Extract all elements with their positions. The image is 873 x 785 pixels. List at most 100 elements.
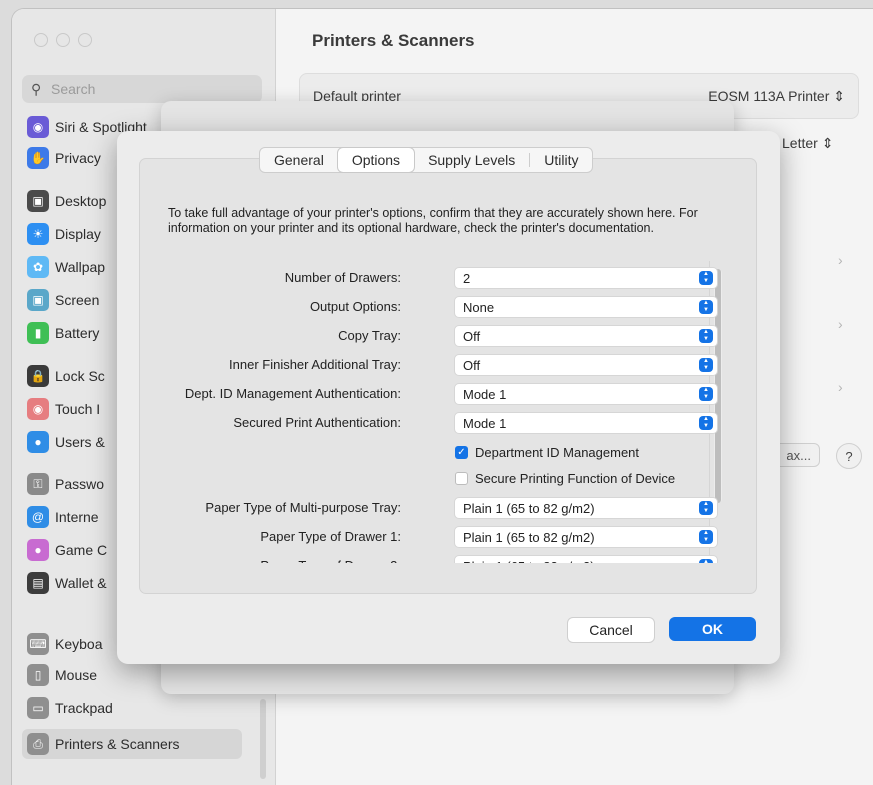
paper-size-popup[interactable]: Letter ⇕ bbox=[782, 135, 833, 152]
fingerprint-icon: ◉ bbox=[27, 398, 49, 420]
help-button[interactable]: ? bbox=[836, 443, 862, 469]
paper-paper-type-of-multi-purpose-tray-value: Plain 1 (65 to 82 g/m2) bbox=[463, 500, 595, 516]
hand-icon: ✋ bbox=[27, 147, 49, 169]
option-number-of-drawers-label: Number of Drawers: bbox=[284, 270, 401, 285]
trackpad-icon: ▭ bbox=[27, 697, 49, 719]
paper-paper-type-of-drawer-2-row: Paper Type of Drawer 2: Plain 1 (65 to 82… bbox=[139, 555, 755, 563]
sidebar-search-field[interactable]: ⚲ Search bbox=[22, 75, 262, 103]
option-output-options-label: Output Options: bbox=[309, 299, 401, 314]
sidebar-item-touch-i[interactable]: ◉ Touch I bbox=[22, 394, 100, 424]
sidebar-item-interne[interactable]: @ Interne bbox=[22, 502, 99, 532]
wallpaper-icon: ✿ bbox=[27, 256, 49, 278]
option-secured-print-authentication-popup[interactable]: Mode 1 ▲ ▼ bbox=[454, 412, 718, 434]
sidebar-item-label: Wallet & bbox=[55, 575, 107, 591]
window-controls bbox=[34, 33, 92, 47]
paper-paper-type-of-drawer-1-label: Paper Type of Drawer 1: bbox=[260, 529, 401, 544]
sidebar-item-keyboa[interactable]: ⌨ Keyboa bbox=[22, 629, 102, 659]
cancel-button[interactable]: Cancel bbox=[567, 617, 655, 643]
desktop-icon: ▣ bbox=[27, 190, 49, 212]
key-icon: ⚿ bbox=[27, 473, 49, 495]
option-dept-id-management-authentication-popup[interactable]: Mode 1 ▲ ▼ bbox=[454, 383, 718, 405]
tab-general[interactable]: General bbox=[260, 148, 338, 172]
ok-button[interactable]: OK bbox=[669, 617, 756, 641]
checkmark-icon[interactable]: ✓ bbox=[455, 445, 468, 459]
option-copy-tray-label: Copy Tray: bbox=[338, 328, 401, 343]
zoom-window-button[interactable] bbox=[78, 33, 92, 47]
mouse-icon: ▯ bbox=[27, 664, 49, 686]
option-copy-tray-row: Copy Tray: Off ▲ ▼ bbox=[139, 325, 755, 347]
chevron-updown-icon: ▲▼ bbox=[699, 300, 713, 314]
sidebar-item-label: Interne bbox=[55, 509, 99, 525]
paper-paper-type-of-multi-purpose-tray-popup[interactable]: Plain 1 (65 to 82 g/m2) ▲ ▼ bbox=[454, 497, 718, 519]
chevron-right-icon: › bbox=[838, 379, 843, 395]
chevron-updown-icon: ⇕ bbox=[821, 135, 834, 151]
chevron-updown-icon: ▲▼ bbox=[699, 501, 713, 515]
paper-paper-type-of-drawer-1-popup[interactable]: Plain 1 (65 to 82 g/m2) ▲ ▼ bbox=[454, 526, 718, 548]
siri-icon: ◉ bbox=[27, 116, 49, 138]
sidebar-item-display[interactable]: ☀ Display bbox=[22, 219, 101, 249]
chevron-updown-icon: ▲▼ bbox=[699, 271, 713, 285]
checkbox-empty-icon[interactable] bbox=[455, 471, 468, 485]
chevron-updown-icon: ▲▼ bbox=[699, 358, 713, 372]
printer-icon: ⎙ bbox=[27, 733, 49, 755]
sidebar-item-label: Battery bbox=[55, 325, 100, 341]
sidebar-item-passwo[interactable]: ⚿ Passwo bbox=[22, 469, 104, 499]
options-scroll-area[interactable]: Number of Drawers: 2 ▲ ▼ Output Options: None… bbox=[139, 261, 755, 563]
checkbox-secure-printing-function-of-device[interactable]: Secure Printing Function of Device bbox=[455, 469, 675, 487]
option-dept-id-management-authentication-value: Mode 1 bbox=[463, 386, 507, 402]
sidebar-item-label: Mouse bbox=[55, 667, 98, 683]
sidebar-item-lock-sc[interactable]: 🔒 Lock Sc bbox=[22, 361, 105, 391]
tab-utility[interactable]: Utility bbox=[530, 148, 592, 172]
sidebar-item-printers-scanners[interactable]: ⎙ Printers & Scanners bbox=[22, 729, 242, 759]
sidebar-item-label: Lock Sc bbox=[55, 368, 105, 384]
checkbox-label: Department ID Management bbox=[475, 444, 640, 460]
display-icon: ☀ bbox=[27, 223, 49, 245]
paper-paper-type-of-multi-purpose-tray-row: Paper Type of Multi-purpose Tray: Plain 1… bbox=[139, 497, 755, 519]
options-intro-text: To take full advantage of your printer's… bbox=[168, 206, 698, 235]
option-inner-finisher-additional-tray-popup[interactable]: Off ▲ ▼ bbox=[454, 354, 718, 376]
sidebar-item-wallet[interactable]: ▤ Wallet & bbox=[22, 568, 107, 598]
option-inner-finisher-additional-tray-row: Inner Finisher Additional Tray: Off ▲ ▼ bbox=[139, 354, 755, 376]
page-title: Printers & Scanners bbox=[312, 31, 475, 50]
chevron-right-icon: › bbox=[838, 252, 843, 268]
sidebar-scrollbar[interactable] bbox=[260, 699, 266, 779]
sidebar-item-label: Trackpad bbox=[55, 700, 113, 716]
close-window-button[interactable] bbox=[34, 33, 48, 47]
tab-supply-levels[interactable]: Supply Levels bbox=[414, 148, 529, 172]
sidebar-item-label: Display bbox=[55, 226, 101, 242]
option-secured-print-authentication-row: Secured Print Authentication: Mode 1 ▲ ▼ bbox=[139, 412, 755, 434]
chevron-updown-icon: ⇕ bbox=[833, 88, 845, 104]
option-output-options-popup[interactable]: None ▲ ▼ bbox=[454, 296, 718, 318]
paper-paper-type-of-drawer-2-popup[interactable]: Plain 1 (65 to 82 g/m2) ▲▼ bbox=[454, 555, 718, 563]
at-icon: @ bbox=[27, 506, 49, 528]
users-icon: ● bbox=[27, 431, 49, 453]
search-icon: ⚲ bbox=[31, 80, 42, 97]
sidebar-item-battery[interactable]: ▮ Battery bbox=[22, 318, 99, 348]
checkbox-label: Secure Printing Function of Device bbox=[475, 470, 676, 486]
option-copy-tray-popup[interactable]: Off ▲ ▼ bbox=[454, 325, 718, 347]
sidebar-item-label: Screen bbox=[55, 292, 100, 308]
minimize-window-button[interactable] bbox=[56, 33, 70, 47]
sidebar-item-screen[interactable]: ▣ Screen bbox=[22, 285, 99, 315]
tab-options[interactable]: Options bbox=[337, 148, 415, 172]
chevron-updown-icon: ▲▼ bbox=[699, 559, 713, 563]
option-secured-print-authentication-label: Secured Print Authentication: bbox=[233, 415, 401, 430]
sidebar-item-label: Privacy bbox=[55, 150, 101, 166]
sidebar-item-desktop[interactable]: ▣ Desktop bbox=[22, 186, 106, 216]
sidebar-item-game-c[interactable]: ● Game C bbox=[22, 535, 107, 565]
sidebar-item-wallpap[interactable]: ✿ Wallpap bbox=[22, 252, 105, 282]
sidebar-item-users[interactable]: ● Users & bbox=[22, 427, 105, 457]
sidebar-item-label: Printers & Scanners bbox=[55, 736, 180, 752]
chevron-updown-icon: ▲▼ bbox=[699, 329, 713, 343]
option-copy-tray-value: Off bbox=[463, 328, 481, 344]
sidebar-item-privacy[interactable]: ✋ Privacy bbox=[22, 143, 101, 173]
option-output-options-value: None bbox=[463, 299, 495, 315]
sidebar-item-trackpad[interactable]: ▭ Trackpad bbox=[22, 693, 113, 723]
paper-paper-type-of-drawer-1-value: Plain 1 (65 to 82 g/m2) bbox=[463, 529, 595, 545]
option-number-of-drawers-popup[interactable]: 2 ▲ ▼ bbox=[454, 267, 718, 289]
sidebar-item-mouse[interactable]: ▯ Mouse bbox=[22, 660, 97, 690]
paper-paper-type-of-drawer-2-value: Plain 1 (65 to 82 g/m2) bbox=[463, 559, 595, 564]
option-dept-id-management-authentication-label: Dept. ID Management Authentication: bbox=[184, 386, 401, 401]
checkbox-department-id-management[interactable]: ✓ Department ID Management bbox=[455, 443, 639, 461]
option-number-of-drawers-value: 2 bbox=[463, 270, 471, 286]
